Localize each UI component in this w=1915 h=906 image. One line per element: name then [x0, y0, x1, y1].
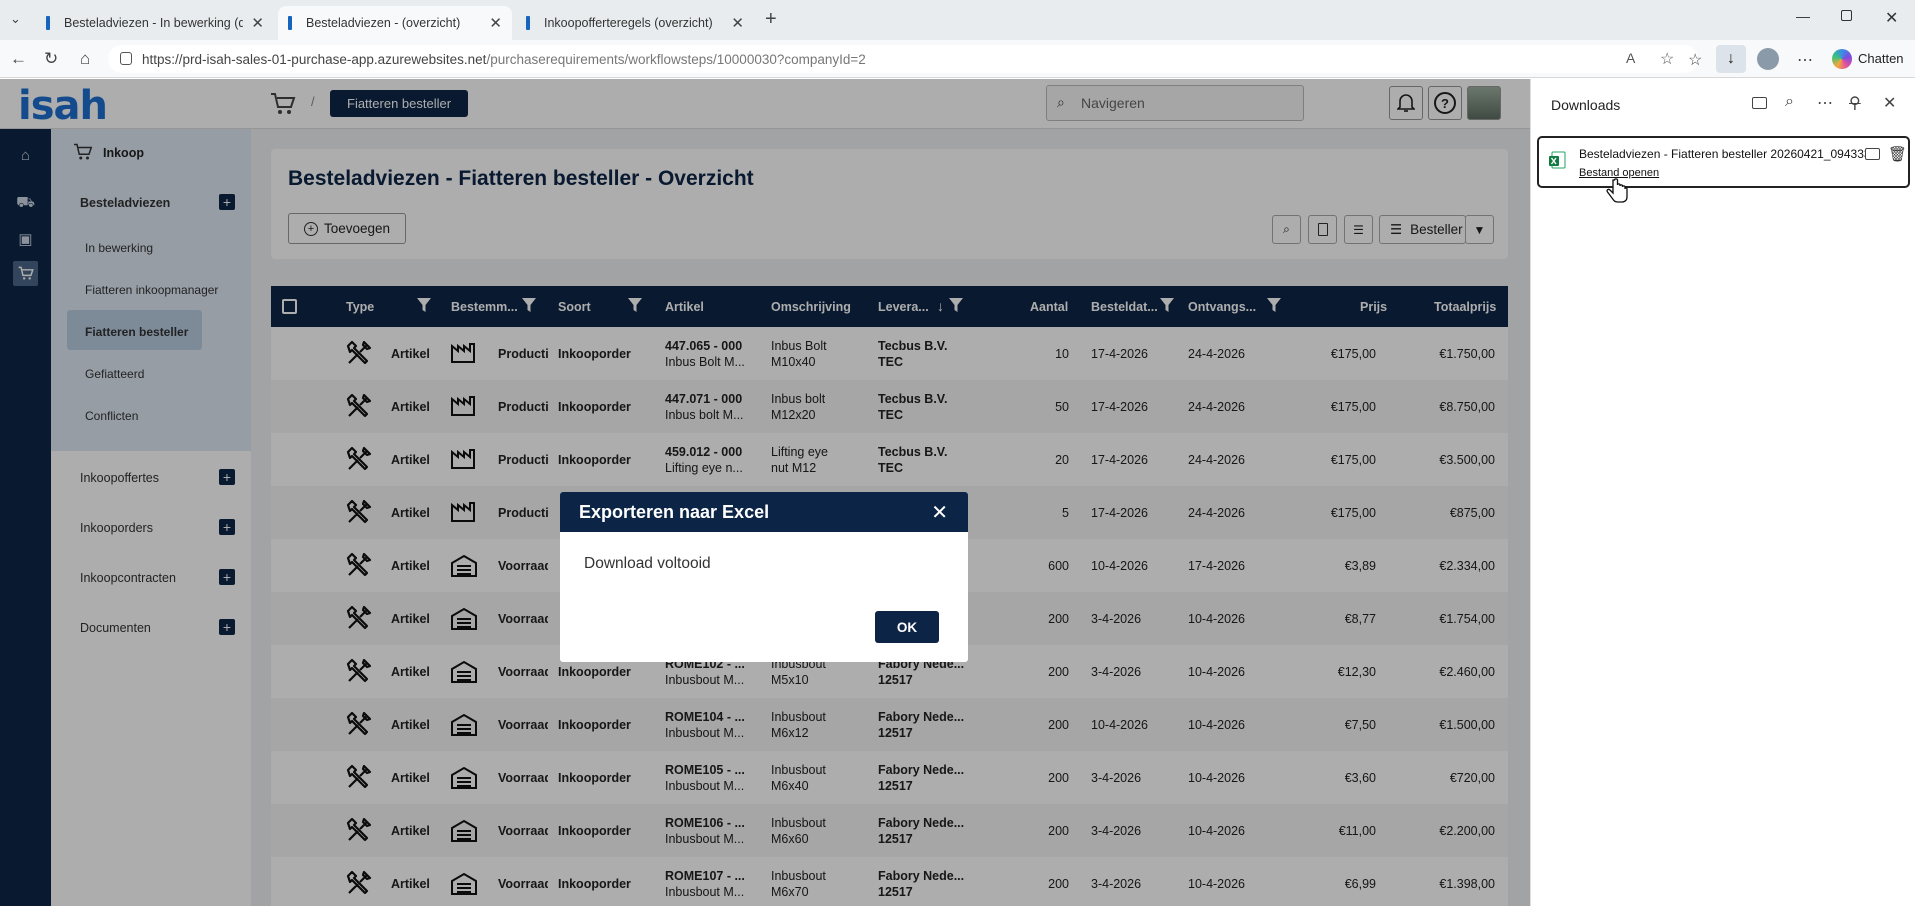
close-tab-icon[interactable]: ✕ [251, 14, 264, 32]
delete-icon[interactable]: 🗑 [1888, 145, 1907, 163]
isah-favicon-icon [46, 16, 50, 30]
search-icon[interactable]: ⌕ [1785, 93, 1794, 111]
unpin-icon[interactable]: ⚲ [1849, 93, 1861, 113]
downloads-panel: Downloads ⌕ ⋯ ⚲ ✕ Besteladviezen - Fiatt… [1530, 79, 1915, 906]
downloads-title: Downloads [1551, 97, 1621, 113]
copilot-icon[interactable] [1832, 49, 1852, 69]
favorite-star-icon[interactable]: ☆ [1660, 49, 1674, 69]
isah-favicon-icon [526, 16, 530, 30]
download-item[interactable]: Besteladviezen - Fiatteren besteller 202… [1537, 136, 1910, 188]
new-tab-icon[interactable]: + [765, 8, 777, 31]
back-icon[interactable]: ← [10, 49, 27, 69]
tab-label: Besteladviezen - (overzicht) [306, 16, 461, 30]
more-menu-icon[interactable]: ⋯ [1797, 50, 1813, 70]
browser-tab-2[interactable]: Besteladviezen - (overzicht) ✕ [278, 6, 512, 40]
downloads-icon[interactable]: ↓ [1716, 45, 1746, 73]
isah-favicon-icon [288, 16, 292, 30]
read-aloud-icon[interactable]: A [1626, 50, 1635, 66]
url-host: https://prd-isah-sales-01-purchase-app.a… [142, 51, 487, 67]
browser-tab-3[interactable]: Inkoopofferteregels (overzicht) ✕ [516, 6, 754, 40]
folder-icon[interactable] [1752, 97, 1767, 109]
url-field[interactable]: https://prd-isah-sales-01-purchase-app.a… [108, 45, 1698, 73]
url-path: /purchaserequirements/workflowsteps/1000… [486, 51, 866, 67]
browser-tab-1[interactable]: Besteladviezen - In bewerking (det ✕ [36, 6, 274, 40]
more-options-icon[interactable]: ⋯ [1817, 93, 1833, 113]
close-tab-icon[interactable]: ✕ [489, 14, 502, 32]
close-window-icon[interactable]: ✕ [1885, 8, 1898, 28]
hand-cursor-icon [1606, 178, 1628, 203]
copilot-label[interactable]: Chatten [1858, 51, 1904, 66]
tab-actions-chevron-icon[interactable]: ⌄ [10, 11, 21, 27]
site-info-icon[interactable] [120, 52, 132, 65]
close-tab-icon[interactable]: ✕ [731, 14, 744, 32]
ok-button[interactable]: OK [875, 611, 939, 643]
download-file-name: Besteladviezen - Fiatteren besteller 202… [1579, 147, 1874, 161]
tab-label: Besteladviezen - In bewerking (det [64, 16, 244, 30]
dialog-title: Exporteren naar Excel [579, 501, 770, 522]
minimize-icon[interactable]: — [1796, 8, 1810, 24]
home-icon[interactable]: ⌂ [80, 49, 90, 69]
favorites-icon[interactable]: ☆ [1688, 50, 1702, 70]
browser-tab-strip: ⌄ Besteladviezen - In bewerking (det ✕ B… [0, 0, 1915, 40]
reload-icon[interactable]: ↻ [44, 49, 58, 69]
restore-icon[interactable] [1841, 10, 1852, 21]
show-in-folder-icon[interactable] [1865, 148, 1880, 160]
browser-address-bar: ← ↻ ⌂ https://prd-isah-sales-01-purchase… [0, 40, 1915, 78]
profile-avatar[interactable] [1757, 48, 1779, 70]
tab-label: Inkoopofferteregels (overzicht) [544, 16, 713, 30]
excel-file-icon [1549, 151, 1566, 169]
export-dialog: Exporteren naar Excel ✕ Download voltooi… [560, 492, 968, 662]
close-icon[interactable]: ✕ [931, 500, 948, 525]
close-panel-icon[interactable]: ✕ [1883, 93, 1896, 113]
dialog-header: Exporteren naar Excel [560, 492, 968, 532]
dialog-message: Download voltooid [584, 555, 711, 572]
